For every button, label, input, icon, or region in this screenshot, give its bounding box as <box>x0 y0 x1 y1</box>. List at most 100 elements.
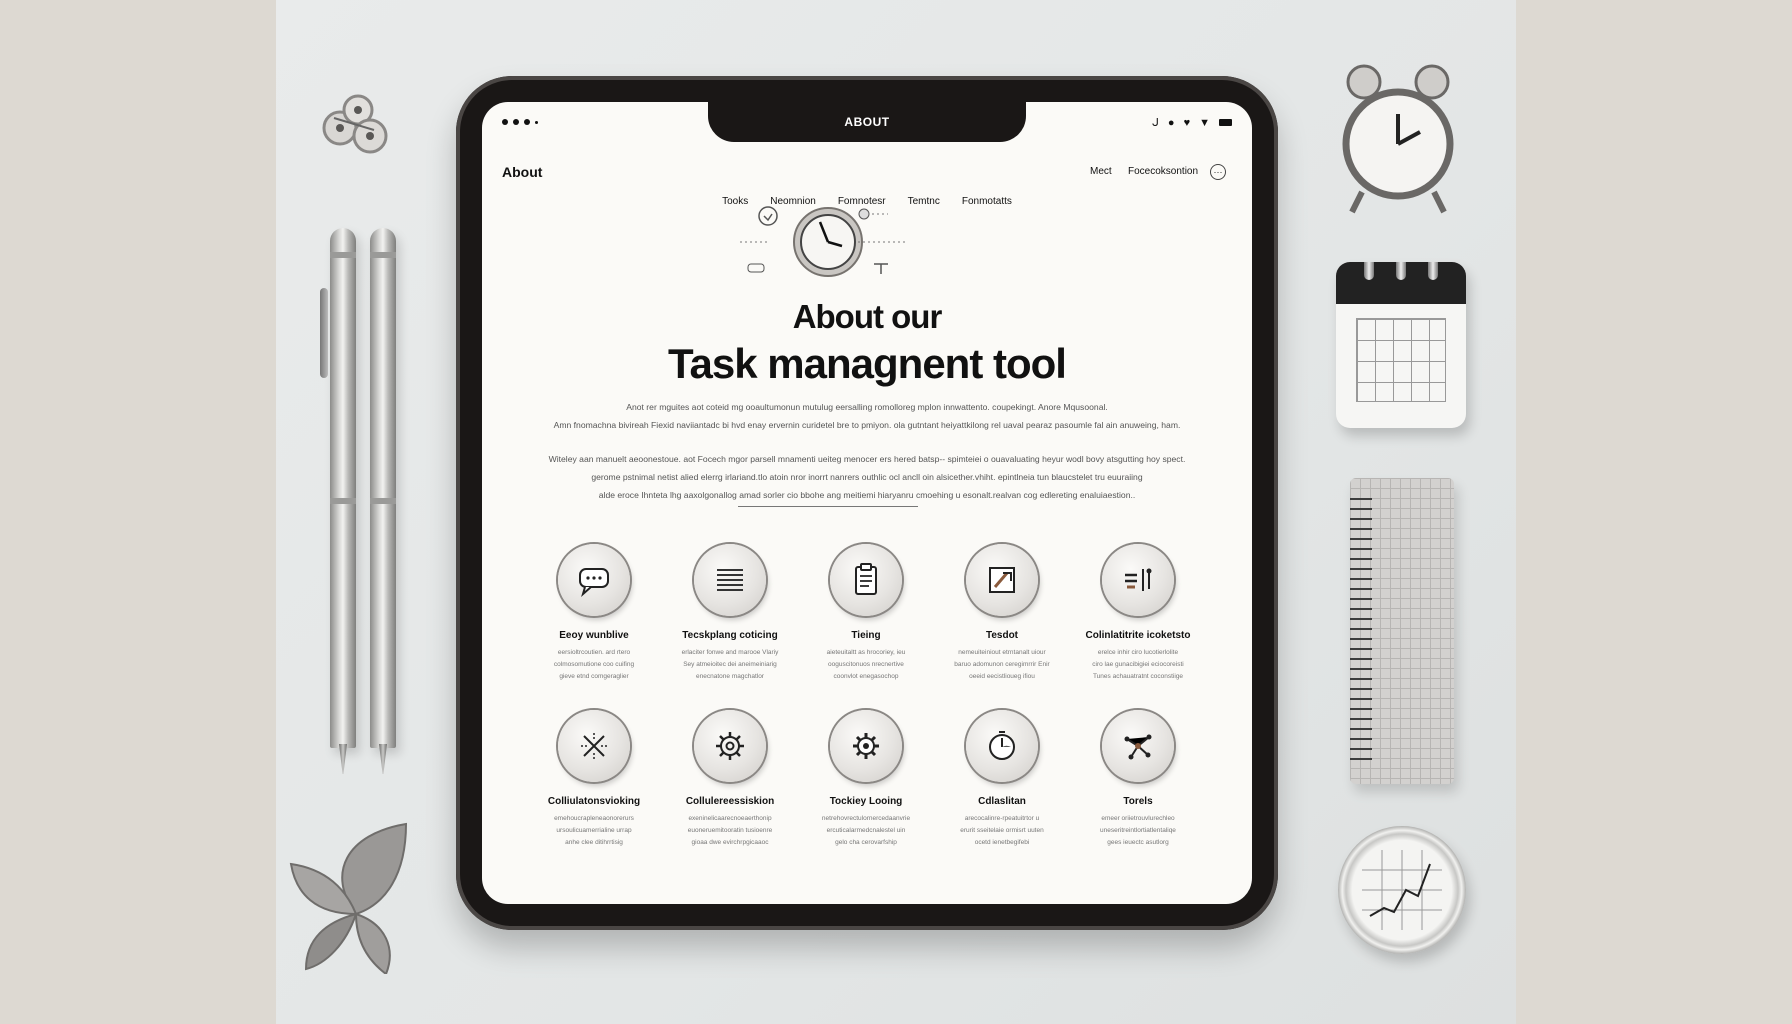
status-bar: ᒍ ● ♥ ▼ <box>1152 116 1232 129</box>
feature-desc-line: ursoulicuamerrialine urrap <box>556 827 632 834</box>
feature-desc-line: emeer oriietrouvlurechleo <box>1101 815 1175 822</box>
feature-desc: emeer oriietrouvlurechleo uneseritreintl… <box>1078 813 1198 849</box>
chat-bubble-icon <box>558 544 630 616</box>
features-grid: Eeoy wunblive eersioltrcoutien. ard rter… <box>526 544 1206 864</box>
window-dot-icon[interactable] <box>502 119 508 125</box>
hero-clock-illustration <box>738 204 918 304</box>
feature-desc: aieteuitaltt as hrocoriey, ieu ooguscito… <box>806 647 926 683</box>
alarm-clock-decoration <box>1338 62 1458 222</box>
backdrop-right <box>1516 0 1792 1024</box>
battery-icon <box>1219 119 1232 126</box>
feature-desc: nemeuiteiniout etrntanalt uiour baruo ad… <box>942 647 1062 683</box>
wifi-icon: ▼ <box>1199 116 1210 129</box>
feature-desc: arecocalinre-rpeatuitrtor u erurit sseit… <box>942 813 1062 849</box>
feature-title: Tockiey Looing <box>829 796 903 807</box>
detail-line: gerome pstnimal netist alied elerrg irla… <box>591 472 1143 482</box>
feature-desc-line: ocetd ienetbegifebi <box>974 839 1030 846</box>
feature-desc: eersioltrcoutien. ard rtero colmosomutio… <box>534 647 654 683</box>
feature-card[interactable]: Tieing aieteuitaltt as hrocoriey, ieu oo… <box>798 544 934 698</box>
timer-icon <box>966 710 1038 782</box>
window-dot-icon <box>535 120 538 124</box>
feature-desc-line: coonvlot enegasochop <box>833 673 899 680</box>
dot-icon: ● <box>1167 116 1175 129</box>
feature-card[interactable]: Torels emeer oriietrouvlurechleo uneseri… <box>1070 710 1206 864</box>
tablet-device: ABOUT ᒍ ● ♥ ▼ About Mect Focecoksontion … <box>456 76 1278 930</box>
feature-title: Tecskplang coticing <box>682 630 778 641</box>
feature-desc-line: enecnatone magchatlor <box>696 673 764 680</box>
pen-decoration <box>320 228 356 748</box>
feature-desc-line: erlaciter fonwe and marooe Vlariy <box>681 649 779 656</box>
feature-desc-line: erurit sseitelaie ormisrt uuten <box>960 827 1044 834</box>
clipboard-icon <box>830 544 902 616</box>
window-dot-icon[interactable] <box>513 119 519 125</box>
pushpins-decoration <box>314 90 404 170</box>
feature-title: Cdlaslitan <box>978 796 1026 807</box>
hero-title-line1: About our <box>792 298 943 335</box>
signal-icon: ᒍ <box>1152 117 1159 129</box>
feature-card[interactable]: Tockiey Looing netrehovrectulornercedaan… <box>798 710 934 864</box>
feature-title: Eeoy wunblive <box>559 630 629 641</box>
window-dot-icon[interactable] <box>524 119 530 125</box>
feature-desc-line: emehoucrapleneaonorerurs <box>554 815 634 822</box>
feature-card[interactable]: Colliulatonsvioking emehoucrapleneaonore… <box>526 710 662 864</box>
feature-card[interactable]: Tesdot nemeuiteiniout etrntanalt uiour b… <box>934 544 1070 698</box>
feature-title: Torels <box>1123 796 1153 807</box>
feature-desc-line: eersioltrcoutien. ard rtero <box>557 649 631 656</box>
feature-desc-line: euoneruemitooratin tusioenre <box>687 827 773 834</box>
feature-desc: emehoucrapleneaonorerurs ursoulicuamerri… <box>534 813 654 849</box>
detail-line: alde eroce Ihnteta lhg aaxolgonallog ama… <box>598 490 1136 500</box>
feature-desc: netrehovrectulornercedaanvrie ercuticala… <box>806 813 926 849</box>
intro-line: Amn fnomachna bivireah Fiexid naviiantad… <box>553 420 1181 430</box>
feature-desc-line: anhe clee ditihrrtisig <box>565 839 623 846</box>
feature-desc-line: arecocalinre-rpeatuitrtor u <box>964 815 1040 822</box>
feature-card[interactable]: Collulereessiskion exeninelicaarecnoeaer… <box>662 710 798 864</box>
heart-icon: ♥ <box>1183 116 1191 129</box>
nav-item-fonmotatts[interactable]: Fonmotatts <box>962 196 1012 207</box>
feature-desc-line: nemeuiteiniout etrntanalt uiour <box>958 649 1046 656</box>
feature-desc-line: erelce inhir ciro lucotierlolite <box>1097 649 1179 656</box>
feature-desc-line: colmosomutione coo cuifing <box>553 661 635 668</box>
feature-desc-line: baruo adomunon ceregimrrir Enir <box>954 661 1050 668</box>
feature-desc-line: uneseritreintlortiatlentaliqe <box>1100 827 1176 834</box>
intro-paragraph: Anot rer mguites aot coteid mg ooaultumo… <box>542 398 1192 434</box>
divider <box>738 506 918 507</box>
tools-icon <box>1102 544 1174 616</box>
brand-title[interactable]: About <box>502 164 542 180</box>
feature-card[interactable]: Cdlaslitan arecocalinre-rpeatuitrtor u e… <box>934 710 1070 864</box>
screen: ABOUT ᒍ ● ♥ ▼ About Mect Focecoksontion … <box>482 102 1252 904</box>
feature-desc-line: ooguscitonuos nrecnertive <box>828 661 904 668</box>
header-link-mect[interactable]: Mect <box>1090 166 1112 177</box>
feature-card[interactable]: Colinlatitrite icoketsto erelce inhir ci… <box>1070 544 1206 698</box>
network-icon <box>1102 710 1174 782</box>
ruler-decoration <box>1350 478 1454 784</box>
notch-title: ABOUT <box>708 102 1026 142</box>
sticky-note-icon <box>966 544 1038 616</box>
detail-paragraph: Witeley aan manuelt aeoonestoue. aot Foc… <box>542 450 1192 504</box>
feature-desc-line: Tunes achauatratnt coconstiige <box>1092 673 1184 680</box>
feature-card[interactable]: Eeoy wunblive eersioltrcoutien. ard rter… <box>526 544 662 698</box>
calendar-decoration <box>1336 262 1466 428</box>
list-lines-icon <box>694 544 766 616</box>
feature-title: Colinlatitrite icoketsto <box>1085 630 1191 641</box>
header-link-focus[interactable]: Focecoksontion <box>1128 166 1198 177</box>
hero-title-line2: Task managnent tool <box>668 340 1067 387</box>
pen-decoration <box>370 228 396 748</box>
leaf-decoration <box>286 814 426 976</box>
intro-line: Anot rer mguites aot coteid mg ooaultumo… <box>626 402 1108 412</box>
feature-desc-line: gelo cha cerovarfship <box>835 839 897 846</box>
magnifier-chart-decoration <box>1338 826 1466 954</box>
gear-icon <box>694 710 766 782</box>
feature-desc-line: Sey atmeioitec dei aneimeiniarig <box>683 661 777 668</box>
gear-icon <box>830 710 902 782</box>
detail-line: Witeley aan manuelt aeoonestoue. aot Foc… <box>548 454 1186 464</box>
feature-desc-line: netrehovrectulornercedaanvrie <box>821 815 911 822</box>
backdrop-left <box>0 0 276 1024</box>
feature-desc: erelce inhir ciro lucotierlolite ciro la… <box>1078 647 1198 683</box>
feature-title: Tesdot <box>985 630 1019 641</box>
window-controls <box>502 119 538 125</box>
more-icon[interactable]: ⋯ <box>1210 164 1226 180</box>
feature-title: Collulereessiskion <box>685 796 775 807</box>
feature-title: Tieing <box>851 630 881 641</box>
feature-desc-line: aieteuitaltt as hrocoriey, ieu <box>826 649 906 656</box>
feature-card[interactable]: Tecskplang coticing erlaciter fonwe and … <box>662 544 798 698</box>
